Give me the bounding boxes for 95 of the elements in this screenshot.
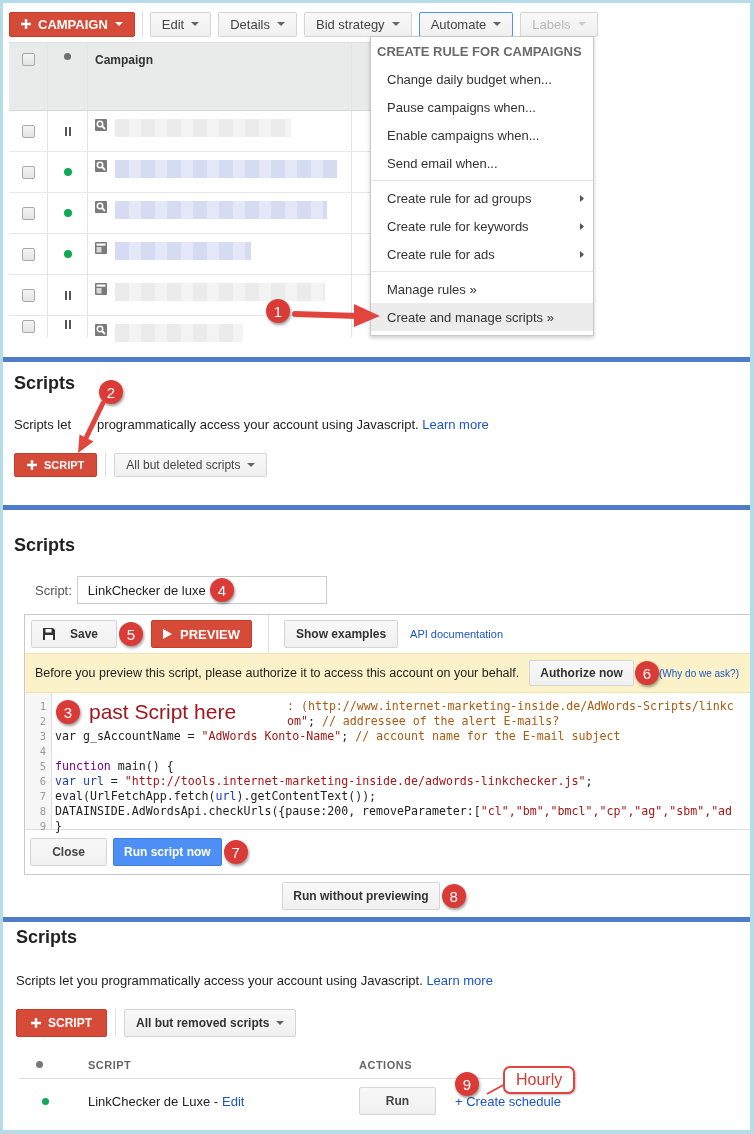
checkbox[interactable]	[21, 165, 35, 179]
step-number-badge: 2	[99, 380, 123, 404]
line-number: 9	[38, 819, 47, 834]
checkbox[interactable]	[21, 206, 35, 220]
edit-link[interactable]: Edit	[222, 1093, 245, 1109]
plus-icon	[27, 460, 37, 470]
step-number-badge: 3	[56, 700, 80, 724]
step-number-badge: 6	[634, 661, 659, 685]
section-title: Scripts	[14, 372, 76, 394]
api-documentation-link[interactable]: API documentation	[410, 628, 504, 640]
checkbox[interactable]	[21, 288, 35, 302]
column-header: SCRIPT	[88, 1058, 132, 1071]
description-text: Scripts let you programmatically access your account using Javascript. Learn more	[16, 972, 494, 990]
caret-icon	[114, 22, 123, 26]
section-title: Scripts	[16, 926, 78, 948]
new-script-button[interactable]: SCRIPT	[14, 453, 98, 477]
line-number: 2	[38, 714, 47, 729]
menu-item[interactable]: Enable campaigns when...	[371, 121, 593, 149]
column-header: Campaign	[95, 53, 153, 67]
learn-more-link[interactable]: Learn more	[426, 973, 493, 988]
step-number-badge: 8	[441, 884, 466, 908]
caret-icon	[276, 22, 285, 26]
run-button[interactable]: Run	[359, 1087, 436, 1115]
caret-icon	[247, 463, 256, 467]
new-campaign-button[interactable]: CAMPAIGN	[9, 11, 135, 37]
close-button[interactable]: Close	[30, 838, 107, 866]
status-header-icon	[36, 1061, 43, 1068]
menu-item[interactable]: Manage rules »	[371, 275, 593, 303]
caret-icon	[276, 1021, 285, 1025]
line-number: 7	[38, 789, 47, 804]
new-script-button[interactable]: SCRIPT	[16, 1009, 107, 1037]
menu-item[interactable]: Create and manage scripts »	[371, 303, 593, 331]
code-line: function main() {	[54, 759, 174, 774]
column-header: ACTIONS	[359, 1058, 412, 1071]
play-icon	[163, 629, 173, 639]
step-number-badge: 7	[223, 840, 248, 864]
line-number: 4	[38, 744, 47, 759]
line-number: 5	[38, 759, 47, 774]
menu-item[interactable]: Change daily budget when...	[371, 65, 593, 93]
filter-dropdown-button[interactable]: All but removed scripts	[124, 1009, 297, 1037]
run-without-previewing-button[interactable]: Run without previewing	[282, 882, 440, 910]
status-header-icon	[64, 53, 71, 60]
caret-icon	[493, 22, 502, 26]
authorize-button[interactable]: Authorize now	[529, 660, 634, 686]
toolbar-dropdown-button[interactable]: Bid strategy	[303, 11, 412, 37]
line-number: 8	[38, 804, 47, 819]
leader-line	[486, 1083, 506, 1095]
why-link[interactable]: (Why do we ask?)	[658, 667, 739, 679]
filter-dropdown-button[interactable]: All but deleted scripts	[114, 453, 268, 477]
checkbox[interactable]	[21, 320, 35, 333]
menu-heading: CREATE RULE FOR CAMPAIGNS	[376, 43, 583, 61]
line-number: 1	[38, 699, 47, 714]
learn-more-link[interactable]: Learn more	[422, 416, 489, 434]
banner-text: Before you preview this script, please authorize it to access this account on your behalf.	[35, 666, 520, 680]
line-number: 6	[38, 774, 47, 789]
plus-icon	[31, 1018, 41, 1028]
code-line: : (http://www.internet-marketing-inside.de/AdWords-Scripts/linkc	[287, 699, 734, 714]
menu-item[interactable]: Create rule for keywords	[371, 212, 593, 240]
checkbox[interactable]	[21, 53, 35, 66]
code-line: DATAINSIDE.AdWordsApi.checkUrls({pause:200, removeParameter:["cl","bm","bmcl","cp","ag","sbm","ad	[54, 804, 733, 819]
toolbar-dropdown-button[interactable]: Automate	[418, 11, 514, 37]
code-line: }	[54, 819, 62, 834]
line-number: 3	[38, 729, 47, 744]
toolbar-dropdown-button[interactable]: Details	[218, 11, 297, 37]
field-label: Script:	[35, 582, 72, 598]
description-text: Scripts let	[14, 416, 72, 434]
toolbar-dropdown-button[interactable]: Edit	[149, 11, 212, 37]
save-button[interactable]: Save	[31, 620, 118, 648]
submenu-arrow-icon	[580, 250, 584, 258]
code-line: var g_sAccountName = "AdWords Konto-Name"; // account name for the E-mail subject	[54, 729, 621, 744]
caret-icon	[191, 22, 200, 26]
checkbox[interactable]	[21, 247, 35, 261]
checkbox[interactable]	[21, 124, 35, 138]
menu-item[interactable]: Create rule for ad groups	[371, 184, 593, 212]
section-title: Scripts	[14, 534, 76, 556]
code-line: var url = "http://tools.internet-marketing-inside.de/adwords-linkchecker.js";	[54, 774, 593, 789]
plus-icon	[21, 19, 31, 29]
caret-icon	[391, 22, 400, 26]
menu-item[interactable]: Pause campaigns when...	[371, 93, 593, 121]
script-name: LinkChecker de Luxe -	[88, 1093, 219, 1109]
callout-label: Hourly	[503, 1066, 576, 1094]
code-line: om"; // addressee of the alert E-mails?	[287, 714, 560, 729]
step-number-badge: 5	[119, 622, 144, 646]
menu-item[interactable]: Create rule for ads	[371, 240, 593, 268]
step-number-badge: 9	[455, 1072, 479, 1096]
caret-icon	[577, 22, 586, 26]
submenu-arrow-icon	[580, 194, 584, 202]
submenu-arrow-icon	[580, 222, 584, 230]
create-schedule-link[interactable]: + Create schedule	[455, 1093, 561, 1109]
description-text: programmatically access your account using Javascript.	[97, 416, 419, 434]
preview-button[interactable]: PREVIEW	[151, 620, 253, 648]
show-examples-button[interactable]: Show examples	[284, 620, 399, 648]
code-line: eval(UrlFetchApp.fetch(url).getContentText());	[54, 789, 377, 804]
menu-item[interactable]: Send email when...	[371, 149, 593, 177]
annotation-text: past Script here	[89, 699, 237, 725]
